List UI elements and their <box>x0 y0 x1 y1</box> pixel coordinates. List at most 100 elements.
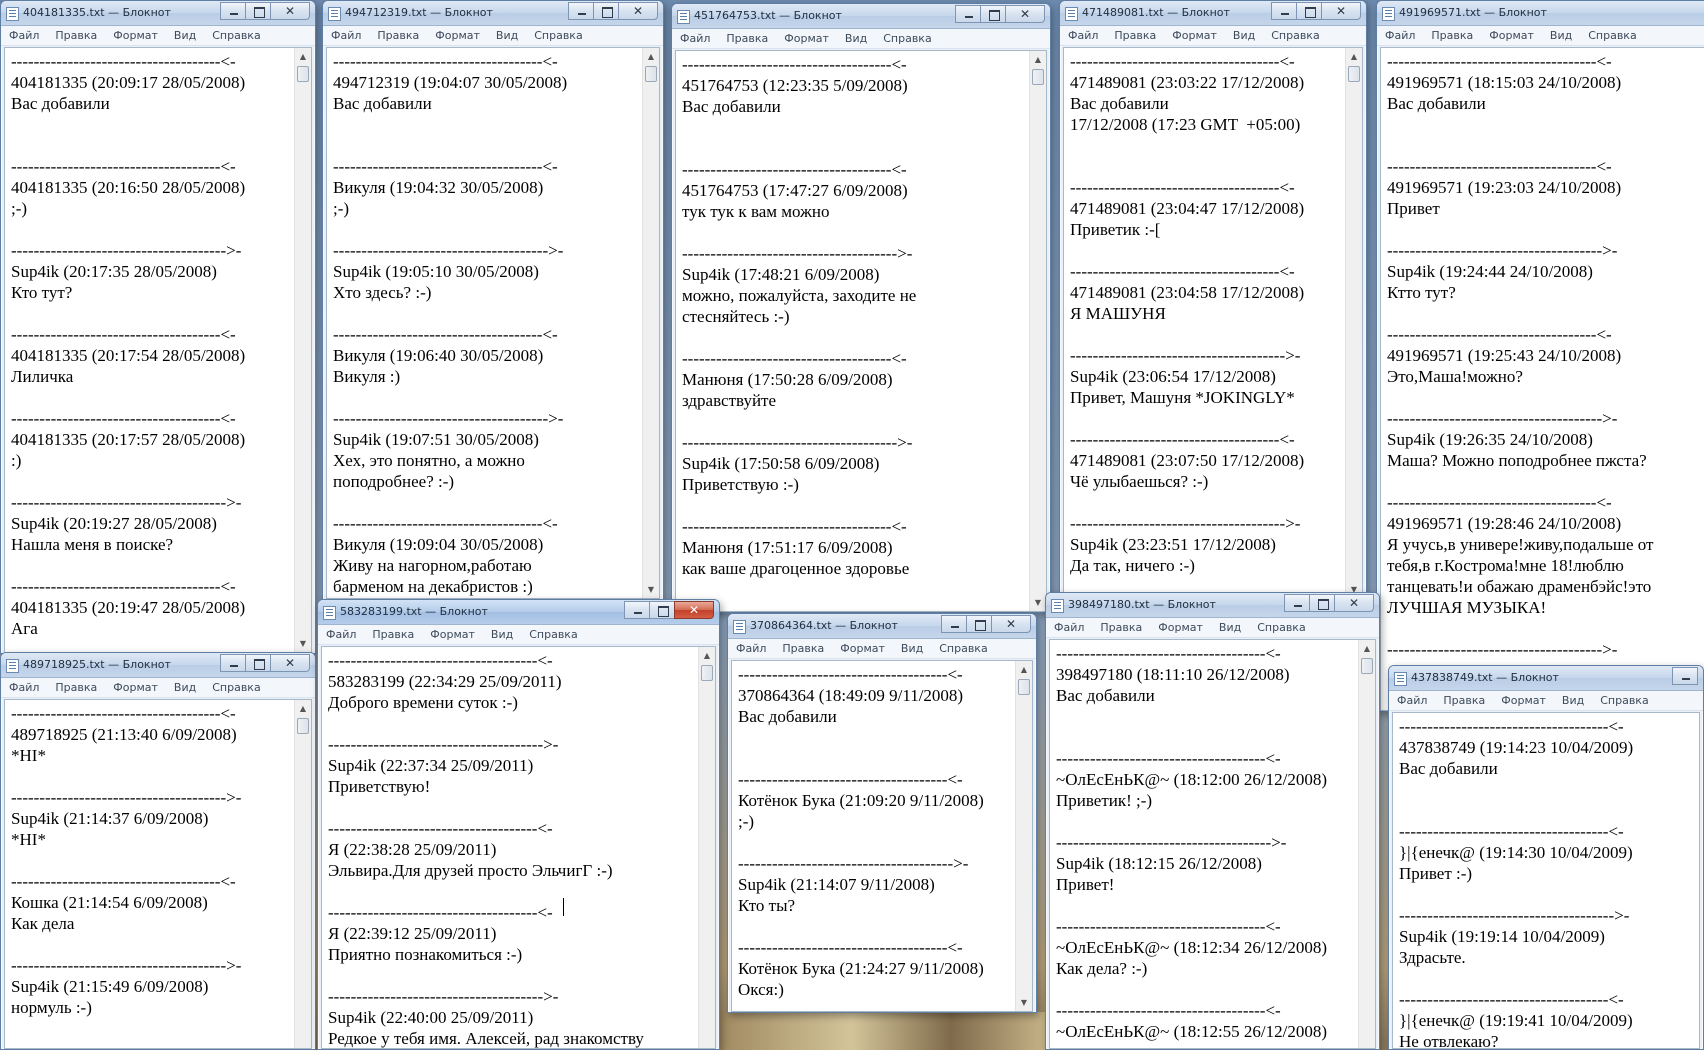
vertical-scrollbar[interactable]: ▲ ▼ <box>294 48 311 652</box>
menu-help[interactable]: Справка <box>1592 691 1656 707</box>
maximize-button[interactable] <box>245 654 271 672</box>
menu-format[interactable]: Формат <box>427 26 488 42</box>
menu-view[interactable]: Вид <box>483 625 521 641</box>
scroll-up-icon[interactable]: ▲ <box>1359 640 1375 657</box>
vertical-scrollbar[interactable]: ▲ ▼ <box>1345 48 1362 598</box>
minimize-button[interactable] <box>1284 594 1310 612</box>
menu-file[interactable]: Файл <box>672 29 718 45</box>
notepad-window-471489081[interactable]: 471489081.txt — Блокнот ✕ Файл Правка Форм… <box>1059 0 1367 600</box>
menu-format[interactable]: Формат <box>776 29 837 45</box>
title-bar[interactable]: 494712319.txt — Блокнот ✕ <box>323 1 663 26</box>
maximize-button[interactable] <box>980 5 1006 23</box>
menu-edit[interactable]: Правка <box>369 26 427 42</box>
text-area[interactable]: -------------------------------------<- … <box>1380 47 1704 711</box>
scroll-down-icon[interactable]: ▼ <box>295 635 311 652</box>
menu-edit[interactable]: Правка <box>47 26 105 42</box>
scroll-up-icon[interactable]: ▲ <box>699 647 715 664</box>
text-area[interactable]: -------------------------------------<- … <box>321 646 716 1049</box>
scroll-thumb[interactable] <box>645 66 657 82</box>
chat-log-text[interactable]: -------------------------------------<- … <box>1070 51 1342 576</box>
title-bar[interactable]: 451764753.txt — Блокнот ✕ <box>672 4 1050 29</box>
scroll-down-icon[interactable]: ▼ <box>643 581 659 598</box>
menu-help[interactable]: Справка <box>1249 618 1313 634</box>
close-button[interactable]: ✕ <box>1334 594 1374 612</box>
title-bar[interactable]: 437838749.txt — Блокнот <box>1389 666 1703 691</box>
notepad-window-494712319[interactable]: 494712319.txt — Блокнот ✕ Файл Правка Форм… <box>322 0 664 600</box>
menu-help[interactable]: Справка <box>875 29 939 45</box>
minimize-button[interactable] <box>1271 2 1297 20</box>
title-bar[interactable]: 583283199.txt — Блокнот ✕ <box>318 600 719 625</box>
minimize-button[interactable] <box>955 5 981 23</box>
vertical-scrollbar[interactable]: ▲ ▼ <box>642 48 659 598</box>
notepad-window-404181335[interactable]: 404181335.txt — Блокнот ✕ Файл Правка Форм… <box>0 0 316 654</box>
scroll-thumb[interactable] <box>1361 658 1373 674</box>
vertical-scrollbar[interactable]: ▲ <box>294 700 311 1048</box>
minimize-button[interactable] <box>941 615 967 633</box>
title-bar[interactable]: 471489081.txt — Блокнот ✕ <box>1060 1 1366 26</box>
title-bar[interactable]: 370864364.txt — Блокнот ✕ <box>728 614 1036 639</box>
close-button[interactable]: ✕ <box>1005 5 1045 23</box>
text-area[interactable]: -------------------------------------<- … <box>4 699 312 1049</box>
close-button[interactable]: ✕ <box>1321 2 1361 20</box>
menu-help[interactable]: Справка <box>1263 26 1327 42</box>
vertical-scrollbar[interactable]: ▲ <box>698 647 715 1048</box>
minimize-button[interactable] <box>624 601 650 619</box>
vertical-scrollbar[interactable]: ▲ <box>1358 640 1375 1048</box>
close-button[interactable]: ✕ <box>674 601 714 619</box>
chat-log-text[interactable]: -------------------------------------<- … <box>682 54 1026 579</box>
menu-edit[interactable]: Правка <box>47 678 105 694</box>
menu-file[interactable]: Файл <box>1060 26 1106 42</box>
menu-edit[interactable]: Правка <box>1092 618 1150 634</box>
menu-file[interactable]: Файл <box>1 678 47 694</box>
scroll-thumb[interactable] <box>1018 679 1030 695</box>
vertical-scrollbar[interactable]: ▲ ▼ <box>1029 51 1046 611</box>
text-area[interactable]: -------------------------------------<- … <box>731 660 1033 1012</box>
close-button[interactable]: ✕ <box>618 2 658 20</box>
menu-view[interactable]: Вид <box>893 639 931 655</box>
notepad-window-398497180[interactable]: 398497180.txt — Блокнот ✕ Файл Правка Форм… <box>1045 592 1380 1050</box>
scroll-thumb[interactable] <box>297 66 309 82</box>
menu-file[interactable]: Файл <box>1377 26 1423 42</box>
menu-view[interactable]: Вид <box>1542 26 1580 42</box>
minimize-button[interactable] <box>220 654 246 672</box>
menu-file[interactable]: Файл <box>323 26 369 42</box>
title-bar[interactable]: 491969571.txt — Блокнот <box>1377 1 1704 26</box>
menu-view[interactable]: Вид <box>1225 26 1263 42</box>
text-area[interactable]: -------------------------------------<- … <box>1392 712 1700 1049</box>
menu-edit[interactable]: Правка <box>1435 691 1493 707</box>
menu-help[interactable]: Справка <box>204 678 268 694</box>
notepad-window-491969571[interactable]: 491969571.txt — Блокнот Файл Правка Формат… <box>1376 0 1704 712</box>
close-button[interactable]: ✕ <box>270 654 310 672</box>
menu-format[interactable]: Формат <box>1481 26 1542 42</box>
menu-file[interactable]: Файл <box>1 26 47 42</box>
chat-log-text[interactable]: -------------------------------------<- … <box>11 51 291 639</box>
scroll-up-icon[interactable]: ▲ <box>1346 48 1362 65</box>
scroll-thumb[interactable] <box>1032 69 1044 85</box>
text-area[interactable]: -------------------------------------<- … <box>1049 639 1376 1049</box>
menu-edit[interactable]: Правка <box>1423 26 1481 42</box>
menu-format[interactable]: Формат <box>105 678 166 694</box>
menu-help[interactable]: Справка <box>931 639 995 655</box>
chat-log-text[interactable]: -------------------------------------<- … <box>328 650 695 1048</box>
text-area[interactable]: -------------------------------------<- … <box>675 50 1047 612</box>
scroll-thumb[interactable] <box>1348 66 1360 82</box>
menu-edit[interactable]: Правка <box>1106 26 1164 42</box>
menu-view[interactable]: Вид <box>837 29 875 45</box>
menu-format[interactable]: Формат <box>1164 26 1225 42</box>
scroll-down-icon[interactable]: ▼ <box>1016 994 1032 1011</box>
scroll-up-icon[interactable]: ▲ <box>1030 51 1046 68</box>
menu-help[interactable]: Справка <box>526 26 590 42</box>
menu-view[interactable]: Вид <box>166 678 204 694</box>
minimize-button[interactable] <box>568 2 594 20</box>
maximize-button[interactable] <box>593 2 619 20</box>
scroll-thumb[interactable] <box>297 718 309 734</box>
menu-format[interactable]: Формат <box>1150 618 1211 634</box>
notepad-window-370864364[interactable]: 370864364.txt — Блокнот ✕ Файл Правка Форм… <box>727 613 1037 1013</box>
scroll-down-icon[interactable]: ▼ <box>1030 594 1046 611</box>
menu-file[interactable]: Файл <box>318 625 364 641</box>
chat-log-text[interactable]: -------------------------------------<- … <box>11 703 291 1018</box>
menu-format[interactable]: Формат <box>1493 691 1554 707</box>
text-area[interactable]: -------------------------------------<- … <box>4 47 312 653</box>
menu-file[interactable]: Файл <box>728 639 774 655</box>
menu-edit[interactable]: Правка <box>774 639 832 655</box>
